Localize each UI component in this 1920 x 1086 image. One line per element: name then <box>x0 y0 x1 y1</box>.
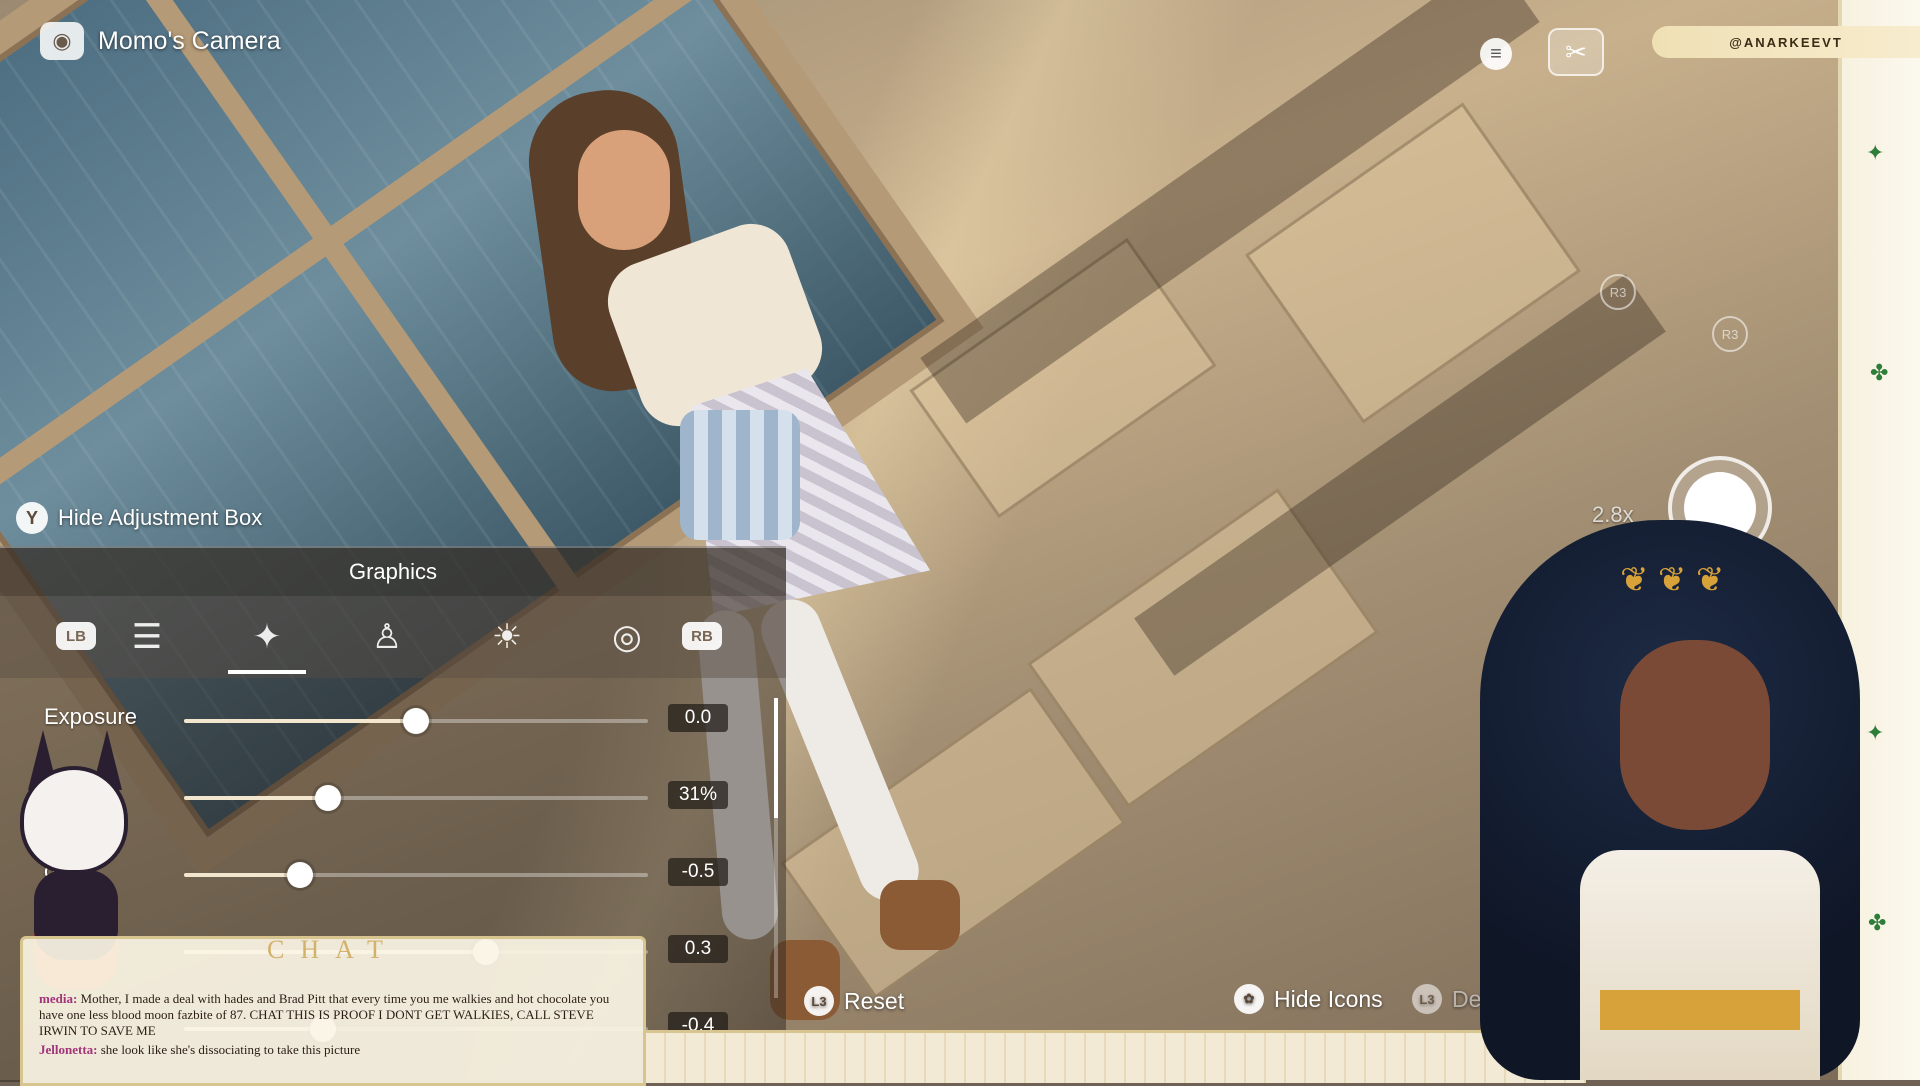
person-icon: ♙ <box>371 618 403 656</box>
chat-username: Jellonetta: <box>39 1042 98 1057</box>
r3-badge: R3 <box>1712 316 1748 352</box>
lb-bumper[interactable]: LB <box>56 622 96 650</box>
portrait-focus-icon: ◎ <box>612 618 642 656</box>
tab-bar: LB ☰ ✦ ♙ ☀ ◎ RB <box>0 596 786 678</box>
r3-badge: R3 <box>1600 274 1636 310</box>
slider-knob[interactable] <box>403 708 429 734</box>
leaf-icon: ✦ <box>1866 140 1885 165</box>
camera-icon: ◉ <box>40 22 84 60</box>
hide-adjustment-box-label: Hide Adjustment Box <box>58 505 263 530</box>
panel-title: Graphics <box>0 548 786 596</box>
decorative-border-band <box>646 1030 1586 1083</box>
adjustment-value: -0.5 <box>668 858 728 886</box>
chat-text: she look like she's dissociating to take… <box>100 1042 361 1057</box>
chat-overlay: CHAT media: Mother, I made a deal with h… <box>20 935 646 1086</box>
adjustment-row-label: Exposure <box>44 704 137 729</box>
magic-wand-icon: ✦ <box>252 618 282 656</box>
adjustment-value: 0.3 <box>668 935 728 963</box>
l3-button-icon: L3 <box>804 986 834 1016</box>
slider-fill <box>184 873 300 877</box>
tab-lighting[interactable]: ☀ <box>468 604 546 670</box>
reset-prompt[interactable]: L3 Reset <box>804 986 904 1016</box>
laurel-icon: ❦ ❦ ❦ <box>1620 561 1725 599</box>
scrollbar-thumb[interactable] <box>774 698 778 818</box>
vtuber-avatar: ❦ ❦ ❦ <box>1460 520 1920 1080</box>
social-handle: @ANARKEEVT <box>1729 34 1843 50</box>
chat-messages: media: Mother, I made a deal with hades … <box>39 991 627 1061</box>
tab-sliders[interactable]: ☰ <box>108 604 186 670</box>
tab-filters[interactable]: ✦ <box>228 604 306 674</box>
light-icon: ☀ <box>491 618 523 656</box>
tab-pose[interactable]: ♙ <box>348 604 426 670</box>
chat-text: Mother, I made a deal with hades and Bra… <box>39 991 610 1038</box>
slider-fill <box>184 719 416 723</box>
l3-button-icon: L3 <box>1412 984 1442 1014</box>
camera-title-text: Momo's Camera <box>98 26 281 55</box>
hide-icons-prompt[interactable]: ✿ Hide Icons <box>1234 984 1383 1014</box>
adjustment-slider[interactable] <box>184 708 648 734</box>
tab-portrait[interactable]: ◎ <box>588 604 666 670</box>
camera-title: ◉ Momo's Camera <box>40 22 281 60</box>
slider-knob[interactable] <box>287 862 313 888</box>
slider-fill <box>184 796 328 800</box>
leaf-icon: ✤ <box>1870 360 1889 385</box>
reset-label: Reset <box>844 987 905 1014</box>
social-handle-banner: @ANARKEEVT <box>1652 26 1920 58</box>
chat-message: Jellonetta: she look like she's dissocia… <box>39 1042 627 1058</box>
chat-username: media: <box>39 991 78 1006</box>
adjustment-slider[interactable] <box>184 862 648 888</box>
menu-icon[interactable]: ≡ <box>1480 38 1512 70</box>
sliders-icon: ☰ <box>131 618 163 656</box>
slider-knob[interactable] <box>314 785 341 811</box>
hide-adjustment-box-button[interactable]: Y Hide Adjustment Box <box>16 502 262 534</box>
hide-icons-label: Hide Icons <box>1274 985 1383 1012</box>
rb-bumper[interactable]: RB <box>682 622 722 650</box>
panel-scrollbar[interactable] <box>774 698 778 998</box>
tools-icon[interactable]: ✂ <box>1548 28 1604 76</box>
adjustment-value: 31% <box>668 781 728 809</box>
y-button-icon: Y <box>16 502 48 534</box>
hide-icons-icon: ✿ <box>1234 984 1264 1014</box>
chat-title: CHAT <box>267 935 399 964</box>
adjustment-slider[interactable] <box>184 785 648 811</box>
adjustment-value: 0.0 <box>668 704 728 732</box>
chat-message: media: Mother, I made a deal with hades … <box>39 991 627 1039</box>
